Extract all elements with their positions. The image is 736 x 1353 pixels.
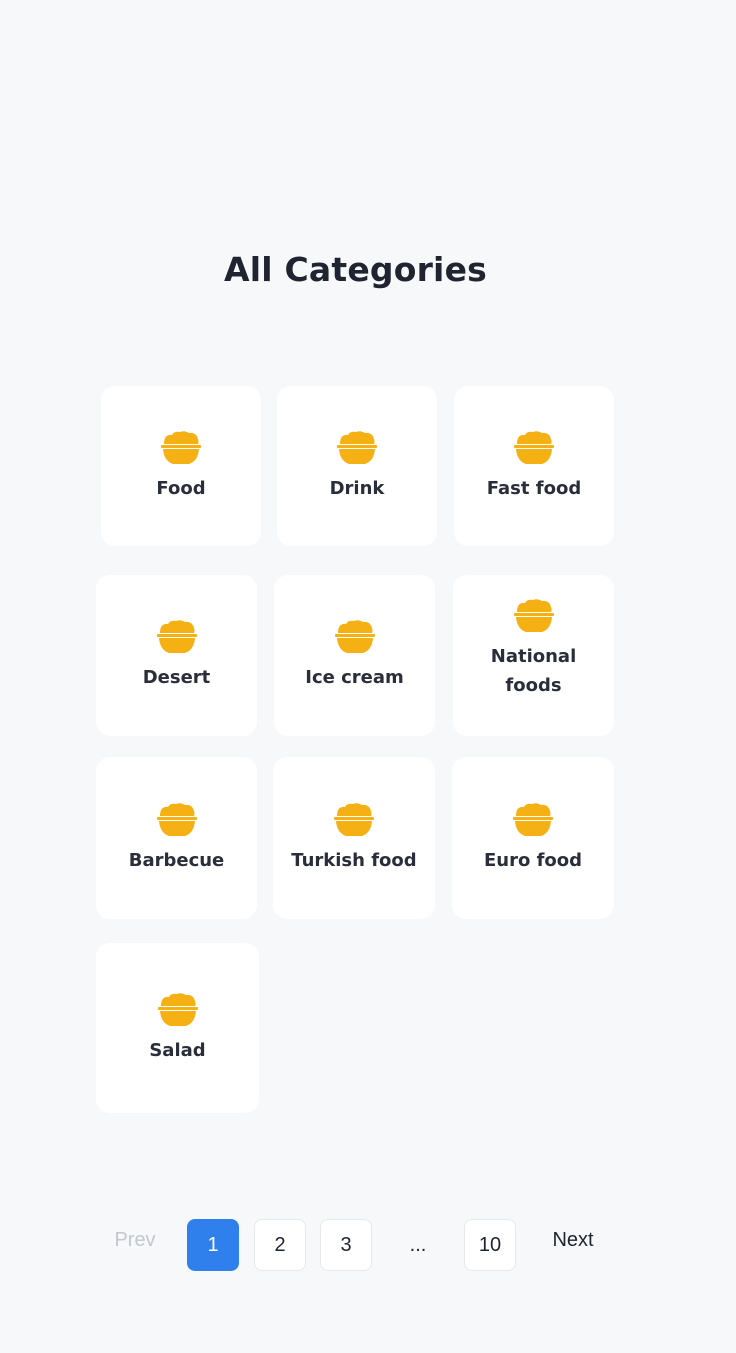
- bowl-icon: [157, 992, 198, 1026]
- category-card-food[interactable]: Food: [101, 386, 261, 546]
- category-label: Euro food: [483, 849, 583, 871]
- category-label: Ice cream: [305, 667, 404, 688]
- category-card-fast-food[interactable]: Fast food: [454, 386, 614, 546]
- category-label: Barbecue: [128, 849, 225, 871]
- category-label: Food: [156, 477, 206, 499]
- page-button-1[interactable]: 1: [187, 1219, 239, 1271]
- category-card-euro-food[interactable]: Euro food: [452, 757, 614, 919]
- category-label: National foods: [490, 645, 577, 696]
- bowl-icon: [156, 802, 197, 836]
- bowl-icon: [514, 430, 554, 464]
- category-card-drink[interactable]: Drink: [277, 386, 437, 546]
- category-card-turkish-food[interactable]: Turkish food: [273, 757, 435, 919]
- category-label: Drink: [329, 477, 385, 499]
- category-label: Desert: [142, 667, 211, 688]
- category-card-salad[interactable]: Salad: [96, 943, 259, 1113]
- category-card-national-foods[interactable]: National foods: [453, 575, 614, 736]
- bowl-icon: [161, 430, 201, 464]
- bowl-icon: [337, 430, 377, 464]
- bowl-icon: [334, 802, 374, 836]
- prev-button[interactable]: Prev: [104, 1214, 166, 1266]
- category-card-ice-cream[interactable]: Ice cream: [274, 575, 435, 736]
- bowl-icon: [513, 802, 553, 836]
- category-label: Fast food: [486, 477, 582, 499]
- page-button-2[interactable]: 2: [254, 1219, 306, 1271]
- category-label: Salad: [149, 1039, 206, 1061]
- pagination-ellipsis: ...: [409, 1233, 427, 1256]
- next-button[interactable]: Next: [540, 1214, 606, 1266]
- page-button-10[interactable]: 10: [464, 1219, 516, 1271]
- page-title: All Categories: [224, 250, 487, 290]
- pagination: Prev 1 2 3 ... 10 Next: [0, 1218, 736, 1272]
- category-label: Turkish food: [291, 849, 417, 871]
- page: All Categories Food Drink Fast food Dese…: [0, 0, 736, 1353]
- page-button-3[interactable]: 3: [320, 1219, 372, 1271]
- bowl-icon: [156, 620, 197, 653]
- category-card-desert[interactable]: Desert: [96, 575, 257, 736]
- bowl-icon: [513, 598, 554, 632]
- bowl-icon: [334, 620, 375, 653]
- category-card-barbecue[interactable]: Barbecue: [96, 757, 257, 919]
